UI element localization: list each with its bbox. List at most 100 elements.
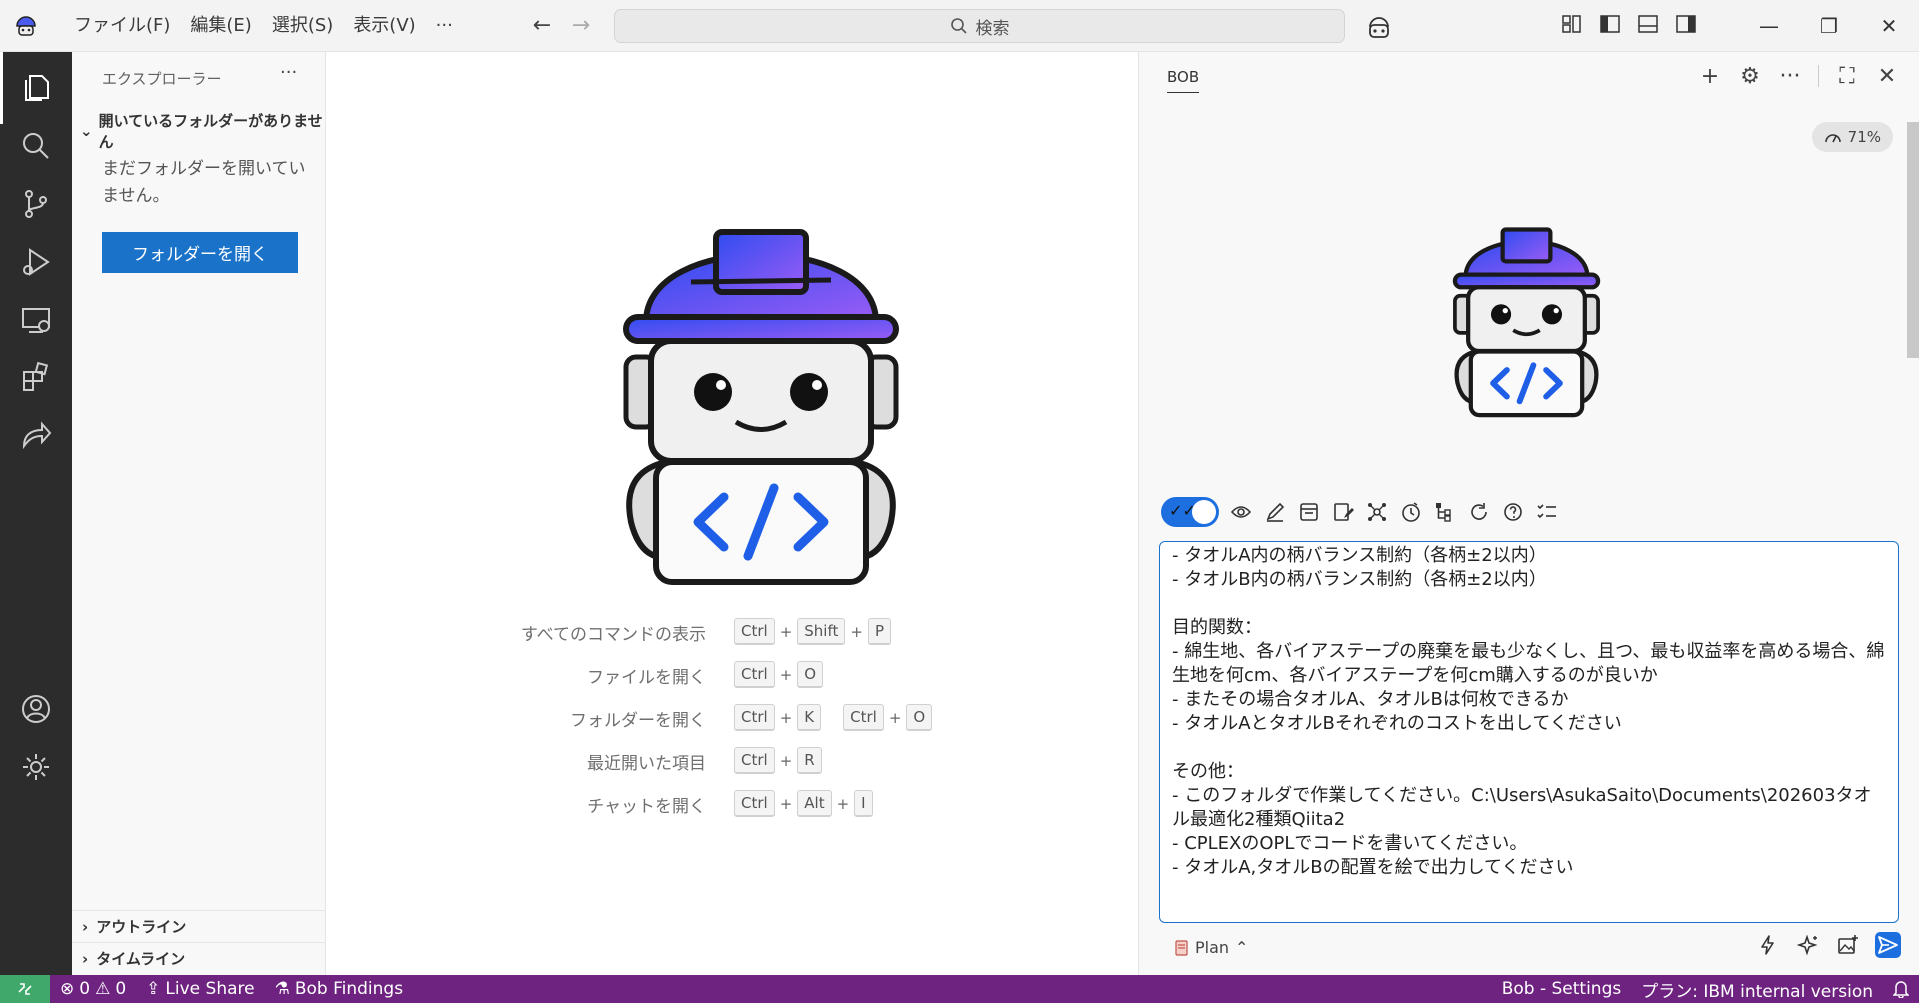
key: Ctrl: [843, 704, 884, 731]
back-arrow-icon[interactable]: ←: [528, 12, 556, 40]
minimize-icon[interactable]: —: [1739, 0, 1799, 52]
activity-bar: [0, 52, 72, 975]
live-share-status[interactable]: ⇪ Live Share: [136, 975, 264, 1003]
menu-file[interactable]: ファイル(F): [64, 8, 180, 44]
lightning-icon[interactable]: [1755, 932, 1781, 958]
retry-icon[interactable]: [1467, 500, 1491, 524]
remote-indicator[interactable]: [0, 975, 50, 1003]
shortcut-open-chat[interactable]: チャットを開く Ctrl + Alt + I: [326, 784, 1138, 824]
key: Ctrl: [734, 618, 775, 645]
shortcut-open-file[interactable]: ファイルを開く Ctrl + O: [326, 655, 1138, 695]
todo-list-icon[interactable]: [1535, 500, 1559, 524]
send-icon: [1878, 936, 1898, 954]
bob-agent-icon[interactable]: [1364, 12, 1394, 42]
open-folder-button[interactable]: フォルダーを開く: [102, 232, 298, 273]
input-line: - 綿生地、各バイアステープの廃棄を最も少なくし、且つ、最も収益率を高める場合、…: [1172, 641, 1885, 686]
bob-chat-panel: BOB + ⚙ ··· ⛶ ✕ 71% ✓✓ - タオルA内の柄バランス制約（各…: [1138, 52, 1919, 975]
send-button[interactable]: [1875, 932, 1901, 958]
toggle-secondary-sidebar-icon[interactable]: [1674, 12, 1698, 36]
help-icon[interactable]: [1501, 500, 1525, 524]
input-line: [1172, 592, 1886, 616]
chat-message-input[interactable]: - タオルA内の柄バランス制約（各柄±2以内） - タオルB内の柄バランス制約（…: [1159, 541, 1899, 923]
key: K: [797, 704, 822, 731]
search-icon: [950, 18, 967, 34]
shortcut-show-commands[interactable]: すべてのコマンドの表示 Ctrl + Shift + P: [326, 612, 1138, 652]
chevron-up-icon: ⌃: [1235, 938, 1249, 957]
chat-input-footer: Plan ⌃: [1161, 932, 1901, 968]
key: Ctrl: [734, 790, 775, 817]
more-actions-icon[interactable]: ···: [1778, 64, 1802, 89]
bob-findings-status[interactable]: ⚗ Bob Findings: [265, 975, 413, 1003]
close-panel-icon[interactable]: ✕: [1875, 64, 1899, 89]
input-line: - タオルA内の柄バランス制約（各柄±2以内）: [1172, 545, 1547, 566]
error-icon: ⊗: [60, 979, 75, 999]
mode-selector[interactable]: Plan ⌃: [1175, 938, 1248, 957]
toggle-panel-icon[interactable]: [1636, 12, 1660, 36]
menu-more[interactable]: ···: [426, 8, 463, 44]
shortcut-keys: Ctrl + R: [734, 747, 822, 774]
enhance-prompt-sparkle-icon[interactable]: [1795, 932, 1821, 958]
problems-indicator[interactable]: ⊗ 0 ⚠ 0: [50, 975, 136, 1003]
menu-edit[interactable]: 編集(E): [180, 8, 261, 44]
live-share-icon[interactable]: [0, 400, 72, 472]
status-right: Bob - Settings プラン: IBM internal version: [1492, 975, 1919, 1003]
shortcut-keys: Ctrl + O: [734, 661, 824, 688]
timeline-section[interactable]: › タイムライン: [72, 942, 326, 974]
shortcut-keys: Ctrl + Shift + P: [734, 618, 892, 645]
title-bar: ファイル(F) 編集(E) 選択(S) 表示(V) ··· ← → 検索 — ❐…: [0, 0, 1919, 52]
browser-icon[interactable]: [1297, 500, 1321, 524]
section-title: 開いているフォルダーがありません: [98, 112, 323, 151]
context-usage-badge[interactable]: 71%: [1811, 122, 1893, 152]
no-folder-message: まだフォルダーを開いていません。: [102, 159, 306, 206]
menu-view[interactable]: 表示(V): [343, 8, 425, 44]
maximize-icon[interactable]: ⛶: [1835, 64, 1859, 89]
sidebar-more-button[interactable]: ···: [280, 62, 297, 83]
outline-section[interactable]: › アウトライン: [72, 910, 326, 942]
subtask-tree-icon[interactable]: [1433, 500, 1457, 524]
eye-icon[interactable]: [1229, 500, 1253, 524]
plan-mode-icon: [1175, 939, 1188, 956]
plan-status[interactable]: プラン: IBM internal version: [1631, 975, 1883, 1003]
forward-arrow-icon[interactable]: →: [567, 12, 595, 40]
shortcut-open-folder[interactable]: フォルダーを開く Ctrl + K Ctrl + O: [326, 698, 1138, 738]
mode-switch-icon[interactable]: [1399, 500, 1423, 524]
timeline-label: タイムライン: [96, 950, 186, 968]
bob-findings-label: Bob Findings: [294, 979, 404, 999]
shortcut-recent[interactable]: 最近開いた項目 Ctrl + R: [326, 741, 1138, 781]
mcp-nodes-icon[interactable]: [1365, 500, 1389, 524]
auto-approve-toggle[interactable]: ✓✓: [1161, 497, 1219, 527]
key: Shift: [797, 618, 846, 645]
shortcut-label: ファイルを開く: [587, 668, 706, 688]
customize-layout-icon[interactable]: [1560, 12, 1584, 36]
menu-selection[interactable]: 選択(S): [262, 8, 343, 44]
gauge-icon: [1824, 134, 1841, 143]
bob-settings-status[interactable]: Bob - Settings: [1492, 975, 1632, 1003]
toggle-primary-sidebar-icon[interactable]: [1598, 12, 1622, 36]
layout-controls: [1560, 12, 1698, 36]
pencil-icon[interactable]: [1263, 500, 1287, 524]
chat-header-actions: + ⚙ ··· ⛶ ✕: [1698, 64, 1899, 89]
restore-icon[interactable]: ❐: [1799, 0, 1859, 52]
chat-scrollbar[interactable]: [1907, 122, 1919, 358]
add-image-icon[interactable]: [1835, 932, 1861, 958]
chat-footer-actions: [1755, 932, 1901, 958]
input-line: - CPLEXのOPLでコードを書いてください。: [1172, 833, 1528, 854]
tab-bob[interactable]: BOB: [1167, 68, 1200, 93]
shortcut-label: チャットを開く: [587, 797, 706, 817]
edit-document-icon[interactable]: [1331, 500, 1355, 524]
flask-icon: ⚗: [274, 979, 290, 999]
new-chat-plus-icon[interactable]: +: [1698, 64, 1722, 89]
chevron-right-icon: ›: [82, 949, 89, 968]
key: Alt: [797, 790, 832, 817]
notifications-bell-icon[interactable]: [1883, 975, 1919, 1003]
input-line: [1172, 736, 1886, 760]
settings-gear-icon[interactable]: [0, 731, 72, 803]
key: P: [867, 618, 892, 645]
warning-icon: ⚠: [95, 979, 111, 999]
shortcut-label: フォルダーを開く: [570, 711, 706, 731]
close-icon[interactable]: ✕: [1859, 0, 1919, 52]
chat-settings-gear-icon[interactable]: ⚙: [1738, 64, 1762, 89]
command-search-box[interactable]: 検索: [614, 9, 1345, 43]
no-folder-section[interactable]: ⌄ 開いているフォルダーがありません: [80, 110, 325, 152]
sidebar-title: エクスプローラー: [102, 70, 222, 88]
